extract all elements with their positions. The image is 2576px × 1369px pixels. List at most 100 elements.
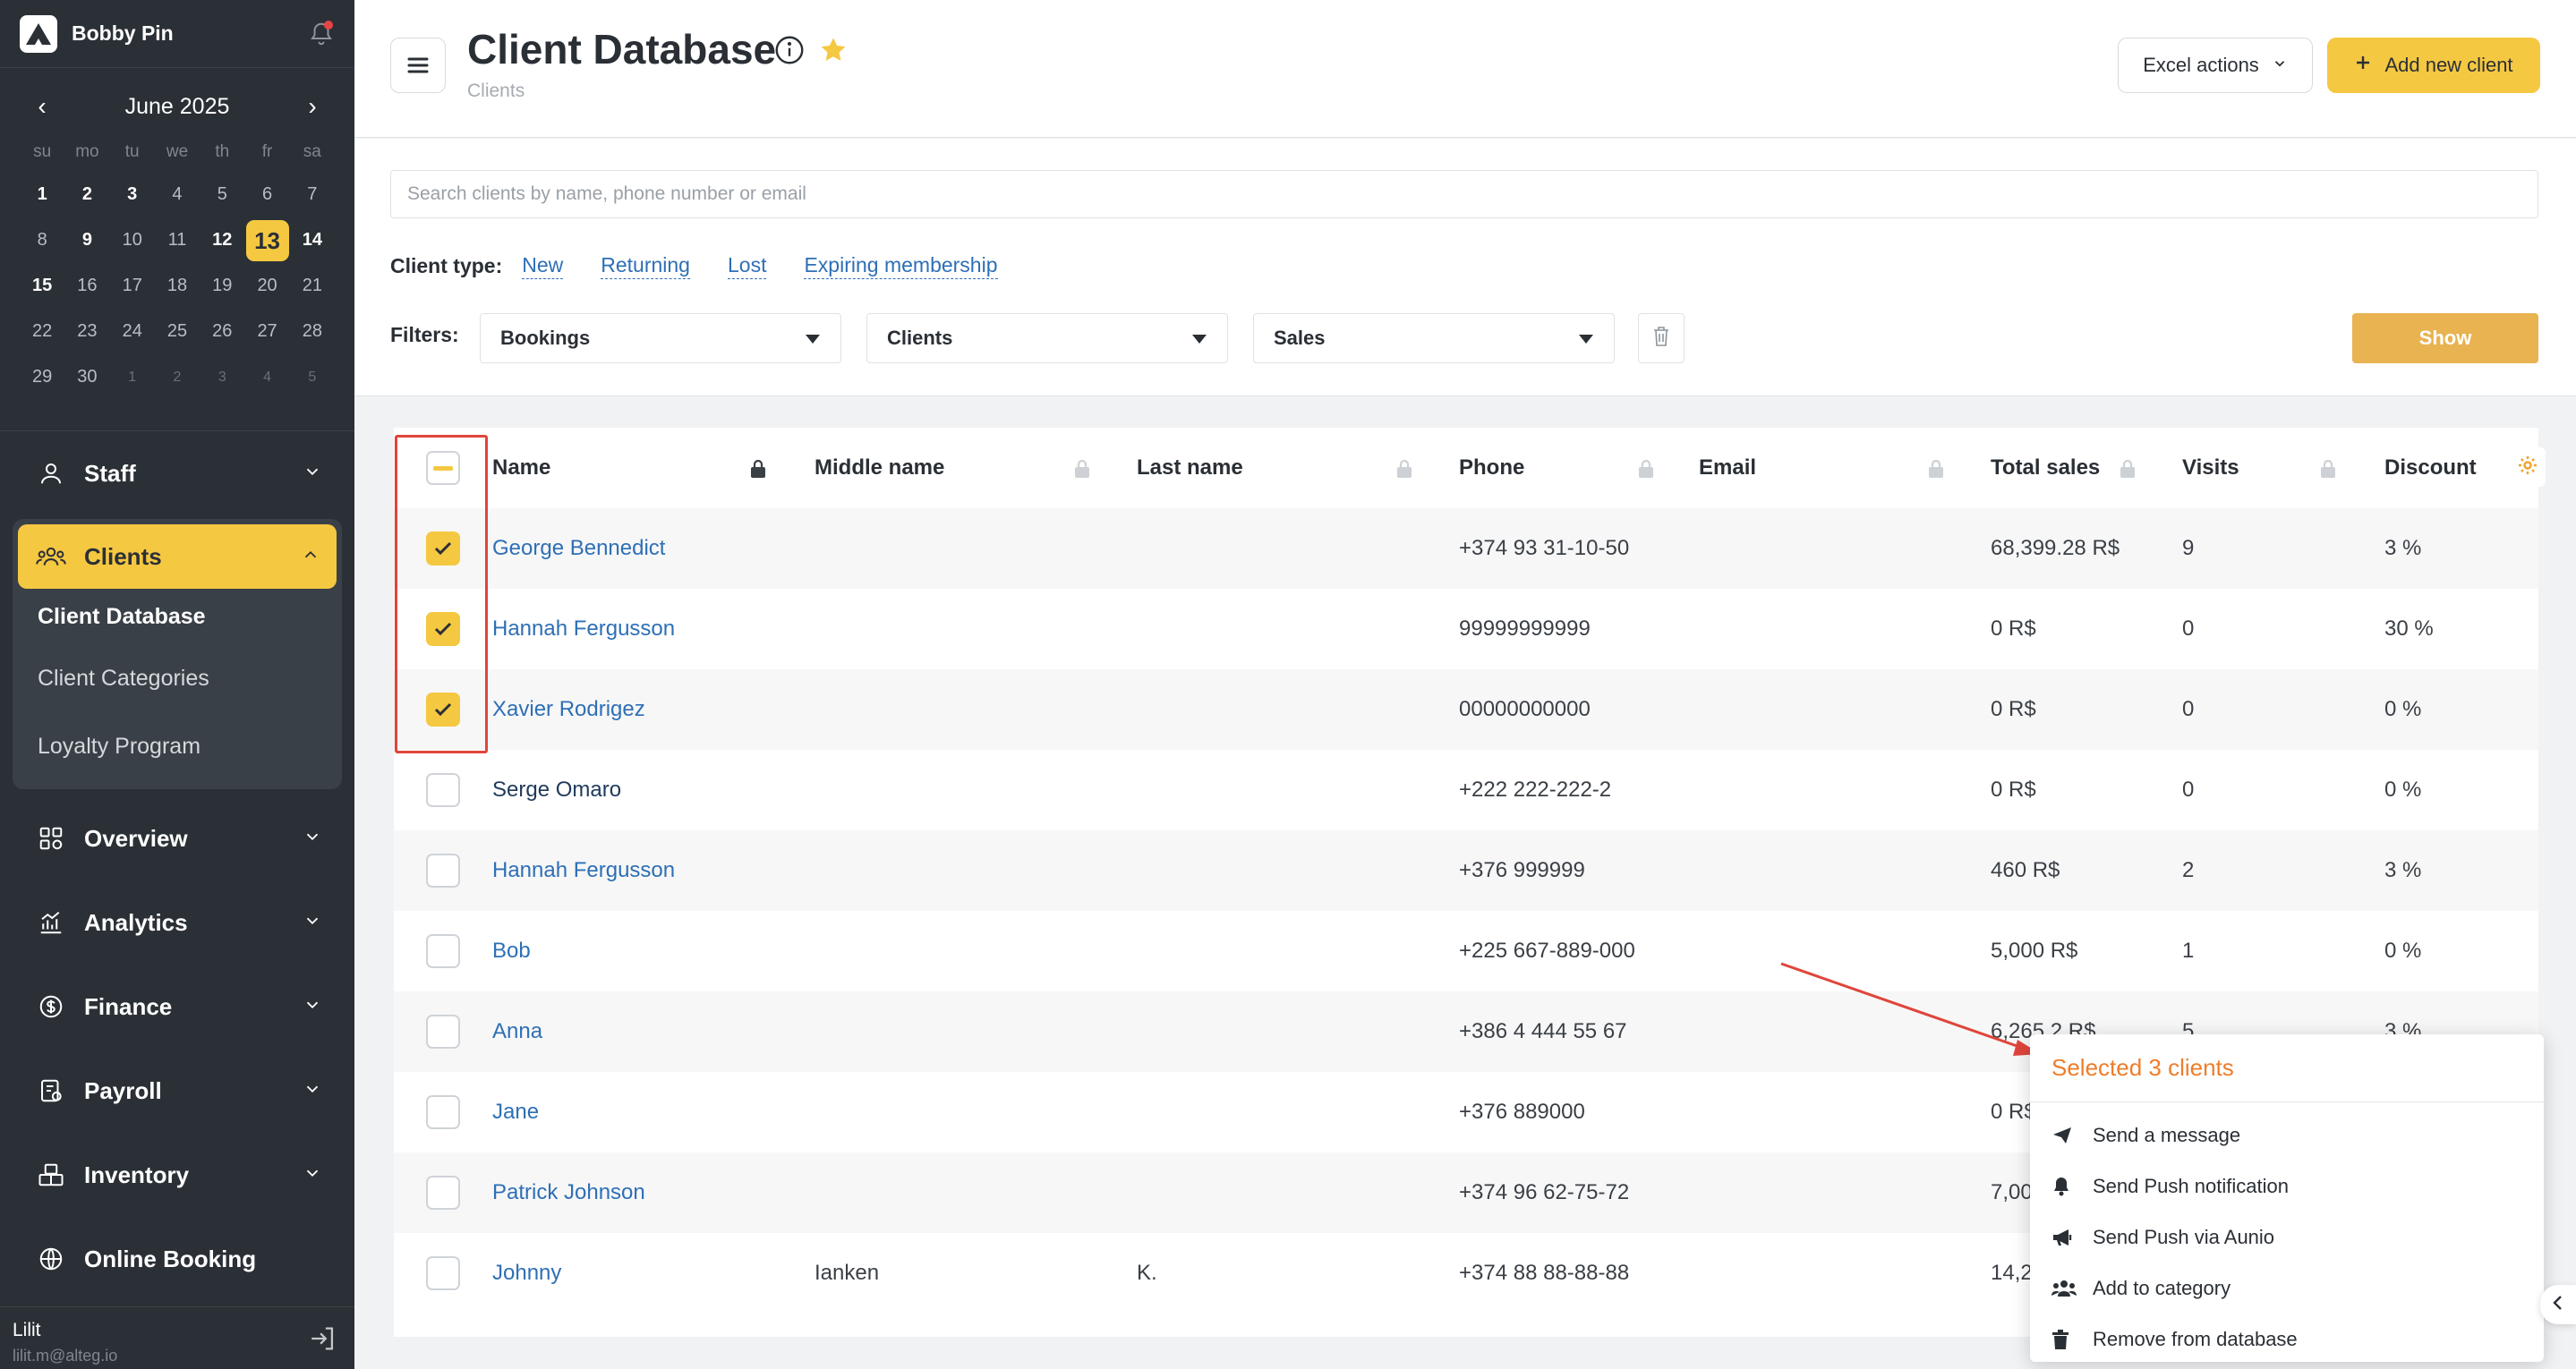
column-header-total-sales[interactable]: Total sales xyxy=(1991,428,2100,508)
nav-payroll[interactable]: Payroll xyxy=(13,1049,342,1133)
calendar-day[interactable]: 28 xyxy=(290,309,335,354)
calendar-day[interactable]: 3 xyxy=(200,354,244,400)
nav-overview[interactable]: Overview xyxy=(13,796,342,880)
nav-loyalty-program[interactable]: Loyalty Program xyxy=(18,712,337,780)
column-header-phone[interactable]: Phone xyxy=(1459,428,1524,508)
nav-inventory[interactable]: Inventory xyxy=(13,1133,342,1217)
info-icon[interactable] xyxy=(773,34,806,71)
calendar-day[interactable]: 19 xyxy=(200,263,244,309)
calendar-day[interactable]: 1 xyxy=(110,354,155,400)
excel-actions-button[interactable]: Excel actions xyxy=(2118,38,2313,93)
calendar-day[interactable]: 4 xyxy=(244,354,289,400)
notification-bell-icon[interactable] xyxy=(308,20,335,47)
show-button[interactable]: Show xyxy=(2352,313,2538,363)
clients-select[interactable]: Clients xyxy=(866,313,1228,363)
nav-analytics[interactable]: Analytics xyxy=(13,880,342,965)
client-name-link[interactable]: Hannah Fergusson xyxy=(492,616,675,642)
calendar-day[interactable]: 5 xyxy=(290,354,335,400)
calendar-day[interactable]: 5 xyxy=(200,172,244,217)
client-type-returning[interactable]: Returning xyxy=(601,253,690,279)
calendar-day[interactable]: 8 xyxy=(20,217,64,263)
row-checkbox[interactable] xyxy=(426,773,460,807)
next-month-button[interactable]: › xyxy=(297,91,328,122)
client-name-link[interactable]: Bob xyxy=(492,939,531,964)
bookings-select[interactable]: Bookings xyxy=(480,313,841,363)
calendar-day[interactable]: 22 xyxy=(20,309,64,354)
row-checkbox[interactable] xyxy=(426,1015,460,1049)
send-message-action[interactable]: Send a message xyxy=(2030,1110,2544,1161)
calendar-day[interactable]: 21 xyxy=(290,263,335,309)
nav-staff[interactable]: Staff xyxy=(13,435,342,512)
calendar-day[interactable]: 4 xyxy=(155,172,200,217)
calendar-day[interactable]: 9 xyxy=(64,217,109,263)
client-type-lost[interactable]: Lost xyxy=(727,253,767,279)
calendar-day[interactable]: 10 xyxy=(110,217,155,263)
lock-icon[interactable] xyxy=(748,458,768,480)
lock-icon[interactable] xyxy=(1636,458,1656,480)
lock-icon[interactable] xyxy=(1072,458,1092,480)
client-name-link[interactable]: Patrick Johnson xyxy=(492,1180,645,1205)
client-type-new[interactable]: New xyxy=(522,253,564,279)
client-name-link[interactable]: Serge Omaro xyxy=(492,778,621,803)
table-row[interactable]: Hannah Fergusson 99999999999 0 R$ 0 30 % xyxy=(394,589,2538,669)
row-checkbox[interactable] xyxy=(426,1256,460,1290)
calendar-day[interactable]: 25 xyxy=(155,309,200,354)
clear-filters-button[interactable] xyxy=(1638,313,1685,363)
brand-logo[interactable] xyxy=(20,14,57,53)
favorite-star-icon[interactable] xyxy=(818,35,849,70)
calendar-day[interactable]: 14 xyxy=(290,217,335,263)
sales-select[interactable]: Sales xyxy=(1253,313,1615,363)
row-checkbox[interactable] xyxy=(426,612,460,646)
calendar-day[interactable]: 24 xyxy=(110,309,155,354)
table-row[interactable]: Hannah Fergusson +376 999999 460 R$ 2 3 % xyxy=(394,830,2538,911)
column-header-middle-name[interactable]: Middle name xyxy=(815,428,944,508)
row-checkbox[interactable] xyxy=(426,854,460,888)
column-header-last-name[interactable]: Last name xyxy=(1137,428,1243,508)
calendar-day[interactable]: 15 xyxy=(20,263,64,309)
search-input[interactable]: Search clients by name, phone number or … xyxy=(390,170,2538,218)
column-header-email[interactable]: Email xyxy=(1699,428,1756,508)
calendar-day[interactable]: 17 xyxy=(110,263,155,309)
prev-month-button[interactable]: ‹ xyxy=(27,91,57,122)
calendar-day[interactable]: 7 xyxy=(290,172,335,217)
calendar-day[interactable]: 12 xyxy=(200,217,244,263)
lock-icon[interactable] xyxy=(1395,458,1414,480)
nav-client-database[interactable]: Client Database xyxy=(18,589,337,644)
send-push-notification-action[interactable]: Send Push notification xyxy=(2030,1161,2544,1212)
row-checkbox[interactable] xyxy=(426,934,460,968)
remove-from-database-action[interactable]: Remove from database xyxy=(2030,1314,2544,1365)
add-new-client-button[interactable]: Add new client xyxy=(2327,38,2540,93)
table-row[interactable]: Xavier Rodrigez 00000000000 0 R$ 0 0 % xyxy=(394,669,2538,750)
client-name-link[interactable]: Xavier Rodrigez xyxy=(492,697,645,722)
row-checkbox[interactable] xyxy=(426,1176,460,1210)
table-row[interactable]: George Bennedict +374 93 31-10-50 68,399.2… xyxy=(394,508,2538,589)
table-settings-button[interactable] xyxy=(2510,447,2546,487)
calendar-day[interactable]: 27 xyxy=(244,309,289,354)
client-type-expiring-membership[interactable]: Expiring membership xyxy=(804,253,998,279)
calendar-day[interactable]: 26 xyxy=(200,309,244,354)
calendar-day[interactable]: 30 xyxy=(64,354,109,400)
client-name-link[interactable]: Hannah Fergusson xyxy=(492,858,675,883)
calendar-day[interactable]: 2 xyxy=(155,354,200,400)
lock-icon[interactable] xyxy=(2118,458,2137,480)
calendar-day[interactable]: 6 xyxy=(244,172,289,217)
client-name-link[interactable]: Johnny xyxy=(492,1261,561,1286)
calendar-day[interactable]: 23 xyxy=(64,309,109,354)
nav-clients[interactable]: Clients xyxy=(18,524,337,589)
calendar-day[interactable]: 3 xyxy=(110,172,155,217)
lock-icon[interactable] xyxy=(1926,458,1946,480)
calendar-day[interactable]: 16 xyxy=(64,263,109,309)
table-row[interactable]: Serge Omaro +222 222-222-2 0 R$ 0 0 % xyxy=(394,750,2538,830)
row-checkbox[interactable] xyxy=(426,1095,460,1129)
collapse-panel-button[interactable] xyxy=(2540,1285,2576,1324)
calendar-day[interactable]: 29 xyxy=(20,354,64,400)
send-push-aunio-action[interactable]: Send Push via Aunio xyxy=(2030,1212,2544,1263)
client-name-link[interactable]: Jane xyxy=(492,1100,539,1125)
row-checkbox[interactable] xyxy=(426,693,460,727)
row-checkbox[interactable] xyxy=(426,531,460,565)
calendar-day-today[interactable]: 13 xyxy=(244,217,289,263)
nav-online-booking[interactable]: Online Booking xyxy=(13,1217,342,1301)
select-all-checkbox[interactable] xyxy=(426,451,460,485)
logout-icon[interactable] xyxy=(308,1323,338,1358)
client-name-link[interactable]: George Bennedict xyxy=(492,536,665,561)
